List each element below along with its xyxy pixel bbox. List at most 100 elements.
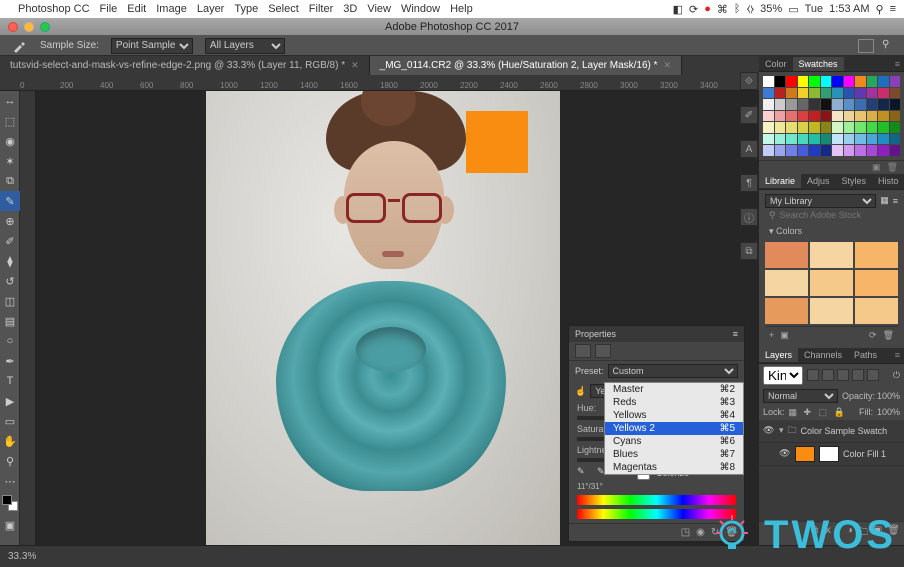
swatch[interactable] [763, 145, 774, 156]
menu-type[interactable]: Type [234, 3, 258, 15]
swatch[interactable] [867, 134, 878, 145]
tab-libraries[interactable]: Librarie [759, 174, 801, 188]
lock-artboard-icon[interactable]: ⬚ [819, 407, 830, 418]
swatch[interactable] [867, 99, 878, 110]
swatch[interactable] [809, 99, 820, 110]
menu-item-blues[interactable]: Blues⌘7 [605, 448, 743, 461]
swatch[interactable] [798, 88, 809, 99]
swatch[interactable] [786, 145, 797, 156]
swatch[interactable] [867, 88, 878, 99]
swatch[interactable] [844, 111, 855, 122]
foreground-color[interactable] [2, 495, 12, 505]
swatch[interactable] [878, 122, 889, 133]
document[interactable] [206, 91, 560, 545]
menu-filter[interactable]: Filter [309, 3, 333, 15]
filter-shape-icon[interactable] [852, 369, 864, 381]
menu-select[interactable]: Select [268, 3, 299, 15]
swatch[interactable] [821, 134, 832, 145]
swatch[interactable] [798, 111, 809, 122]
swatch[interactable] [809, 111, 820, 122]
swatch[interactable] [878, 99, 889, 110]
swatch[interactable] [855, 134, 866, 145]
swatch[interactable] [763, 134, 774, 145]
layer-row[interactable]: 👁 ▾ 🗀 Color Sample Swatch [759, 420, 904, 443]
library-view-grid-icon[interactable]: ▦ [880, 195, 889, 206]
swatch[interactable] [809, 88, 820, 99]
preset-select[interactable]: Custom [608, 364, 738, 378]
menu-file[interactable]: File [100, 3, 118, 15]
swatch[interactable] [878, 111, 889, 122]
library-color[interactable] [855, 270, 898, 296]
filter-smart-icon[interactable] [867, 369, 879, 381]
swatch[interactable] [798, 134, 809, 145]
healing-tool[interactable]: ⊕ [0, 211, 20, 231]
library-color[interactable] [765, 298, 808, 324]
lock-position-icon[interactable]: ✚ [804, 407, 815, 418]
dock-brush-icon[interactable]: ✐ [740, 106, 758, 124]
swatch[interactable] [798, 99, 809, 110]
swatch[interactable] [798, 122, 809, 133]
menubaricon-3[interactable]: ● [704, 3, 711, 15]
swatch[interactable] [821, 76, 832, 87]
swatch[interactable] [855, 122, 866, 133]
close-icon[interactable]: ✕ [351, 60, 359, 71]
adjustment-icon[interactable] [575, 344, 591, 358]
tab-histogram[interactable]: Histo [872, 174, 904, 188]
library-color[interactable] [765, 242, 808, 268]
swatch[interactable] [844, 76, 855, 87]
swatch[interactable] [809, 76, 820, 87]
library-select[interactable]: My Library [765, 194, 876, 208]
battery-icon[interactable]: ▭ [788, 3, 798, 16]
menubaricon-1[interactable]: ◧ [673, 3, 683, 16]
move-tool[interactable]: ↔ [0, 91, 20, 111]
dock-properties-icon[interactable]: ⧉ [740, 242, 758, 260]
library-group-colors[interactable]: ▾ Colors [765, 223, 898, 240]
menubaricon-4[interactable]: ⌘ [717, 3, 728, 16]
swatch[interactable] [763, 88, 774, 99]
swatch[interactable] [890, 122, 901, 133]
tab-channels[interactable]: Channels [798, 348, 848, 362]
swatch[interactable] [775, 122, 786, 133]
crop-tool[interactable]: ⧉ [0, 171, 20, 191]
swatch[interactable] [844, 134, 855, 145]
library-color[interactable] [810, 270, 853, 296]
swatch[interactable] [821, 88, 832, 99]
swatch[interactable] [809, 145, 820, 156]
menu-layer[interactable]: Layer [197, 3, 225, 15]
ruler-vertical[interactable] [20, 91, 36, 545]
menu-image[interactable]: Image [156, 3, 187, 15]
dock-para-icon[interactable]: ¶ [740, 174, 758, 192]
layer-mask-thumb[interactable] [819, 446, 839, 462]
foreground-background-swatch[interactable] [2, 495, 18, 511]
swatch[interactable] [890, 134, 901, 145]
lock-pixels-icon[interactable]: ▦ [789, 407, 800, 418]
library-view-list-icon[interactable]: ≡ [893, 196, 898, 206]
color-sample-swatch[interactable] [466, 111, 528, 173]
swatch[interactable] [775, 99, 786, 110]
swatch[interactable] [763, 111, 774, 122]
mask-icon[interactable] [595, 344, 611, 358]
swatch[interactable] [878, 134, 889, 145]
path-select-tool[interactable]: ▶ [0, 391, 20, 411]
edit-toolbar[interactable]: ⋯ [0, 471, 20, 491]
swatch[interactable] [798, 145, 809, 156]
swatch[interactable] [855, 111, 866, 122]
swatch[interactable] [832, 134, 843, 145]
lock-all-icon[interactable]: 🔒 [834, 407, 845, 418]
spotlight-icon[interactable]: ⚲ [876, 3, 884, 16]
visibility-icon[interactable]: 👁 [779, 448, 791, 459]
properties-panel[interactable]: Properties ≡ Preset: Custom ☝ Yellows 2 … [568, 325, 745, 542]
menu-item-reds[interactable]: Reds⌘3 [605, 396, 743, 409]
swatch[interactable] [786, 111, 797, 122]
menu-item-yellows[interactable]: Yellows⌘4 [605, 409, 743, 422]
targeted-adjust-icon[interactable]: ☝ [575, 386, 586, 397]
library-color[interactable] [765, 270, 808, 296]
menu-help[interactable]: Help [450, 3, 473, 15]
library-color[interactable] [810, 298, 853, 324]
swatch[interactable] [878, 76, 889, 87]
swatch[interactable] [890, 88, 901, 99]
hand-tool[interactable]: ✋ [0, 431, 20, 451]
document-tab-2[interactable]: _MG_0114.CR2 @ 33.3% (Hue/Saturation 2, … [370, 56, 682, 75]
visibility-icon[interactable]: 👁 [763, 425, 775, 436]
filter-adjust-icon[interactable] [822, 369, 834, 381]
